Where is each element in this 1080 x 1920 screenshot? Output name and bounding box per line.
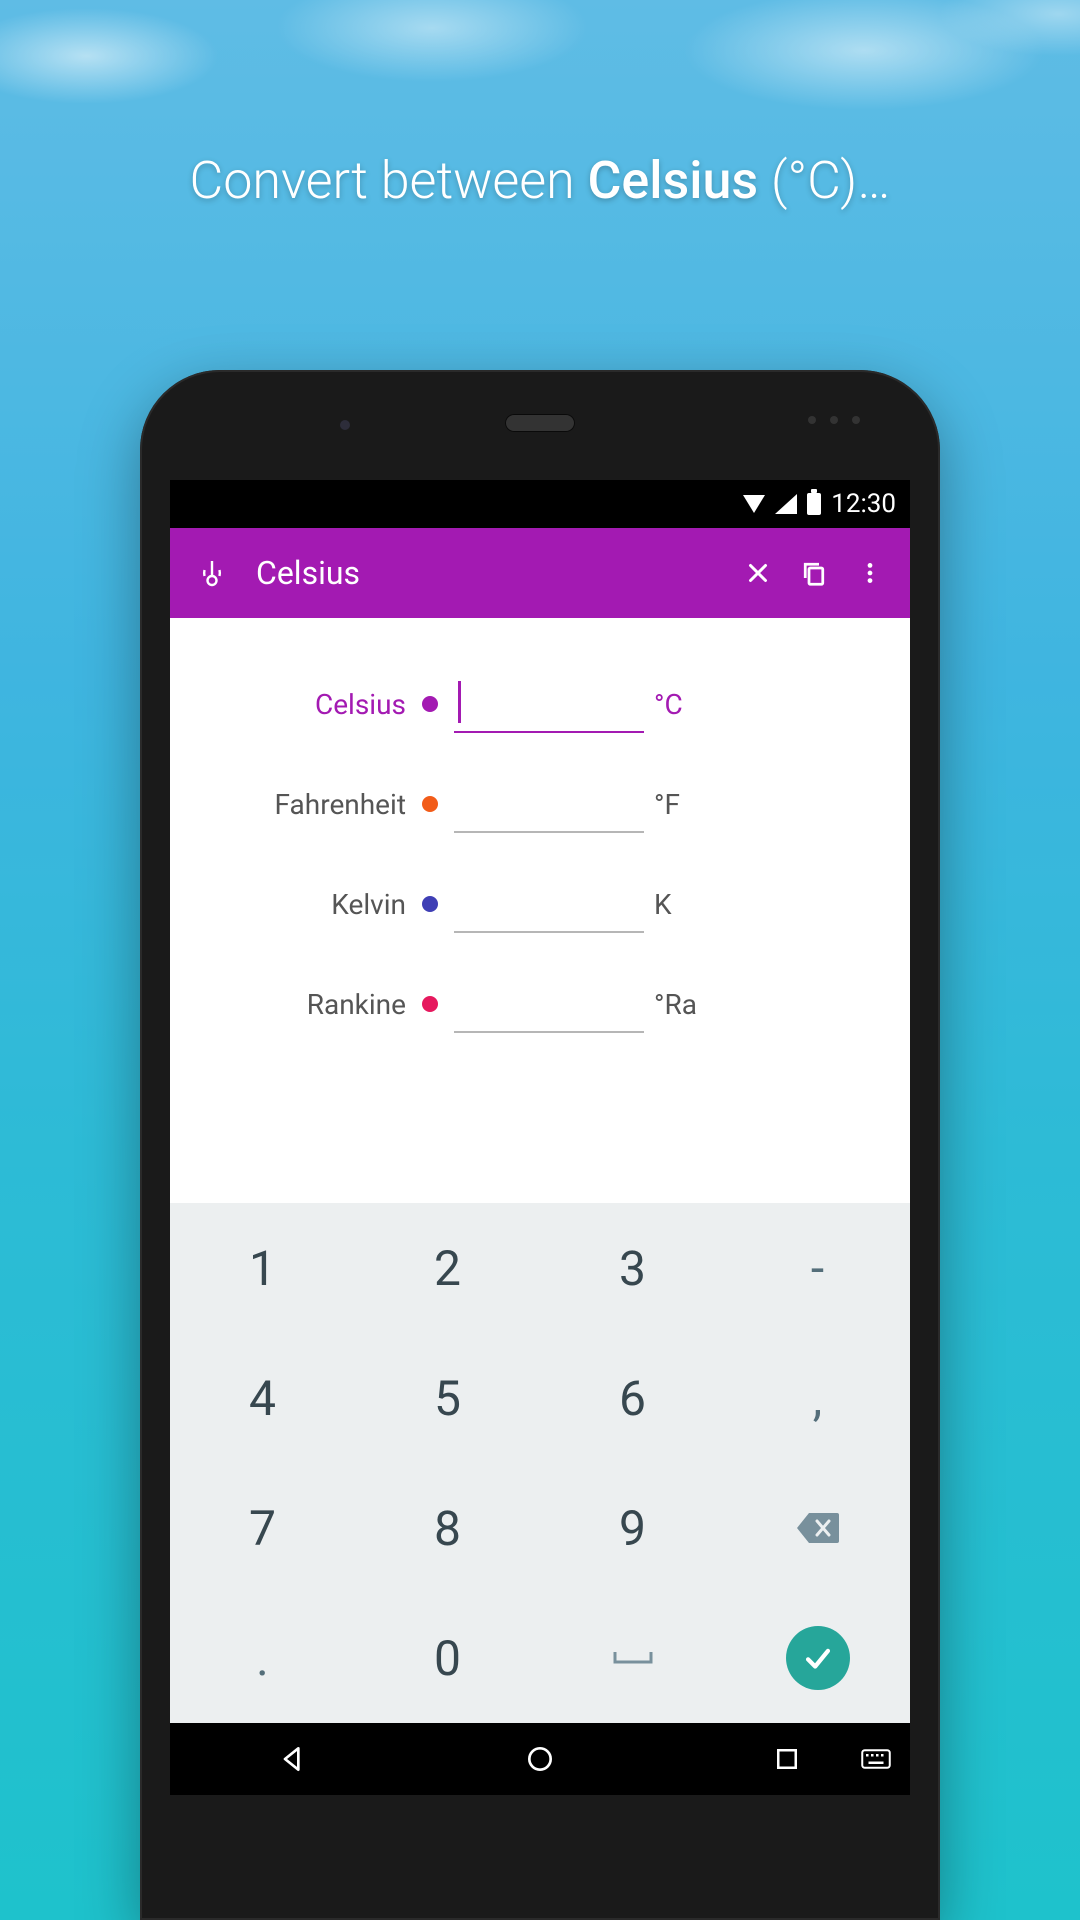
wifi-icon (743, 495, 765, 513)
unit-row-kelvin[interactable]: Kelvin K (196, 854, 884, 954)
copy-button[interactable] (786, 545, 842, 601)
device-frame: 12:30 Celsius (140, 370, 940, 1920)
unit-label: Rankine (196, 988, 406, 1021)
numeric-keypad: 1 2 3 - 4 5 6 , 7 8 9 . 0 (170, 1203, 910, 1723)
key-3[interactable]: 3 (540, 1203, 725, 1333)
nav-recent-button[interactable] (767, 1739, 807, 1779)
key-9[interactable]: 9 (540, 1463, 725, 1593)
nav-home-button[interactable] (520, 1739, 560, 1779)
unit-row-fahrenheit[interactable]: Fahrenheit °F (196, 754, 884, 854)
key-minus[interactable]: - (725, 1203, 910, 1333)
keyboard-icon (861, 1749, 891, 1769)
celsius-input[interactable] (454, 675, 644, 733)
promo-suffix: (°C)… (758, 150, 890, 211)
recent-square-icon (772, 1744, 802, 1774)
unit-row-celsius[interactable]: Celsius °C (196, 654, 884, 754)
unit-color-dot (422, 796, 438, 812)
appbar-title: Celsius (256, 554, 730, 592)
check-icon (801, 1641, 835, 1675)
backspace-icon (795, 1511, 841, 1545)
app-bar: Celsius (170, 528, 910, 618)
key-4[interactable]: 4 (170, 1333, 355, 1463)
unit-color-dot (422, 996, 438, 1012)
unit-row-rankine[interactable]: Rankine °Ra (196, 954, 884, 1054)
android-nav-bar (170, 1723, 910, 1795)
copy-icon (799, 558, 829, 588)
unit-symbol: K (654, 888, 724, 921)
kelvin-input[interactable] (454, 875, 644, 933)
unit-symbol: °F (654, 788, 724, 821)
key-done[interactable] (725, 1593, 910, 1723)
unit-symbol: °C (654, 688, 724, 721)
promo-headline: Convert between Celsius (°C)… (0, 150, 1080, 211)
clear-button[interactable] (730, 545, 786, 601)
unit-symbol: °Ra (654, 988, 724, 1021)
thermometer-icon (192, 553, 232, 593)
key-1[interactable]: 1 (170, 1203, 355, 1333)
battery-icon (807, 493, 821, 515)
unit-label: Fahrenheit (196, 788, 406, 821)
screen: 12:30 Celsius (170, 480, 910, 1795)
nav-back-button[interactable] (273, 1739, 313, 1779)
status-bar: 12:30 (170, 480, 910, 528)
unit-label: Kelvin (196, 888, 406, 921)
key-space[interactable] (540, 1593, 725, 1723)
overflow-button[interactable] (842, 545, 898, 601)
key-comma[interactable]: , (725, 1333, 910, 1463)
key-7[interactable]: 7 (170, 1463, 355, 1593)
promo-bold: Celsius (587, 150, 758, 211)
key-0[interactable]: 0 (355, 1593, 540, 1723)
key-backspace[interactable] (725, 1463, 910, 1593)
promo-prefix: Convert between (189, 150, 587, 211)
space-icon (613, 1650, 653, 1666)
nav-keyboard-button[interactable] (856, 1739, 896, 1779)
unit-label: Celsius (196, 688, 406, 721)
close-icon (743, 558, 773, 588)
key-6[interactable]: 6 (540, 1333, 725, 1463)
key-8[interactable]: 8 (355, 1463, 540, 1593)
key-dot[interactable]: . (170, 1593, 355, 1723)
back-triangle-icon (277, 1743, 309, 1775)
fahrenheit-input[interactable] (454, 775, 644, 833)
unit-color-dot (422, 696, 438, 712)
rankine-input[interactable] (454, 975, 644, 1033)
home-circle-icon (524, 1743, 556, 1775)
more-vert-icon (857, 560, 883, 586)
unit-color-dot (422, 896, 438, 912)
status-time: 12:30 (831, 489, 896, 519)
key-5[interactable]: 5 (355, 1333, 540, 1463)
key-2[interactable]: 2 (355, 1203, 540, 1333)
converter-list: Celsius °C Fahrenheit °F Kelvin K Rankin… (170, 618, 910, 1054)
signal-icon (775, 494, 797, 514)
